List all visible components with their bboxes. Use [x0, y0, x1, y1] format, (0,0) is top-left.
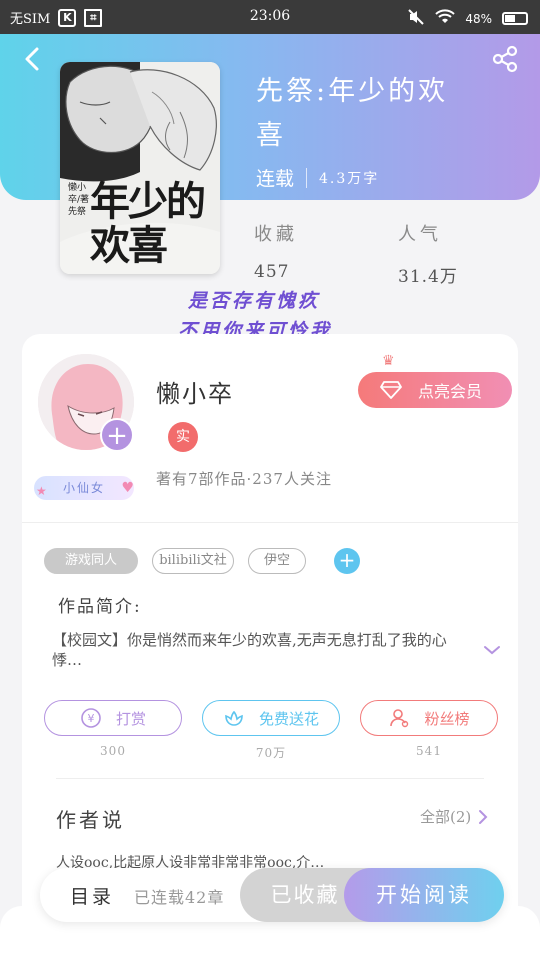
follow-add-button[interactable]: +: [100, 418, 134, 452]
send-flower-button[interactable]: 免费送花: [202, 700, 340, 736]
battery-percent: 48%: [465, 11, 492, 26]
popularity-stat: 人气 31.4万: [398, 220, 458, 287]
collect-stat: 收藏 457: [254, 220, 298, 282]
share-button[interactable]: [490, 44, 520, 74]
chevron-left-icon: [25, 47, 39, 71]
author-says-title: 作者说: [56, 808, 125, 832]
tag-item[interactable]: bilibili文社: [152, 548, 234, 574]
book-cover[interactable]: 懒小卒/著 先祭 年少的欢喜: [60, 62, 220, 274]
divider: [56, 778, 484, 779]
battery-icon: [502, 12, 528, 25]
flower-icon: [225, 710, 243, 726]
catalog-button[interactable]: 目录: [70, 882, 114, 909]
vip-button-label: 点亮会员: [418, 382, 483, 401]
author-name[interactable]: 懒小卒: [156, 374, 234, 409]
popularity-label: 人气: [398, 224, 442, 245]
chapter-count[interactable]: 已连载42章: [134, 884, 224, 908]
flower-count: 70万: [255, 746, 287, 760]
mute-icon: [407, 8, 425, 29]
overlay-line-1: 是否存有愧疚: [188, 290, 321, 312]
book-meta: 连载 4.3万字: [256, 164, 379, 191]
fan-ranking-label: 粉丝榜: [424, 709, 470, 728]
fan-ranking-button[interactable]: 粉丝榜: [360, 700, 498, 736]
author-info: 著有7部作品·237人关注: [156, 470, 332, 488]
star-icon: ★: [36, 484, 49, 498]
popularity-value: 31.4万: [398, 267, 458, 287]
author-says-more[interactable]: 全部(2): [420, 806, 489, 827]
status-bar: 无SIM K ⌗ 23:06 48%: [0, 0, 540, 34]
tip-button[interactable]: ¥ 打赏: [44, 700, 182, 736]
divider: [22, 522, 518, 523]
tip-label: 打赏: [115, 709, 146, 728]
serial-status: 连载: [256, 168, 295, 190]
vip-button[interactable]: 点亮会员: [358, 372, 512, 408]
fairy-badge-label: 小仙女: [62, 481, 105, 495]
user-icon: [390, 709, 409, 728]
back-button[interactable]: [18, 44, 48, 74]
meta-divider: [306, 167, 308, 188]
crown-icon: ♛: [382, 353, 395, 369]
expand-chevron-icon[interactable]: [482, 642, 502, 656]
heart-icon: ♥: [121, 480, 136, 496]
svg-text:¥: ¥: [87, 712, 94, 725]
send-flower-label: 免费送花: [258, 709, 319, 728]
fairy-badge: ★ 小仙女 ♥: [34, 476, 134, 500]
start-reading-button[interactable]: 开始阅读: [344, 868, 504, 922]
book-title: 先祭:年少的欢喜: [256, 76, 449, 151]
cover-title: 年少的欢喜: [90, 178, 206, 269]
tag-item[interactable]: 伊空: [248, 548, 306, 574]
yuan-coin-icon: ¥: [81, 708, 101, 728]
collect-value: 457: [254, 262, 290, 282]
intro-text: 【校园文】你是悄然而来年少的欢喜,无声无息打乱了我的心悸…: [52, 631, 447, 669]
collect-label: 收藏: [254, 224, 298, 245]
verified-badge: 实: [168, 422, 198, 452]
author-says-more-label: 全部(2): [420, 808, 472, 826]
intro-label: 作品简介:: [58, 597, 142, 617]
tip-count: 300: [100, 744, 126, 758]
add-tag-button[interactable]: +: [334, 548, 360, 574]
tag-item[interactable]: 游戏同人: [44, 548, 138, 574]
fan-count: 541: [416, 744, 442, 758]
chevron-right-icon: [479, 809, 488, 824]
share-icon: [492, 45, 518, 73]
diamond-icon: [380, 381, 402, 399]
word-count: 4.3万字: [319, 170, 380, 187]
wifi-icon: [435, 9, 456, 28]
